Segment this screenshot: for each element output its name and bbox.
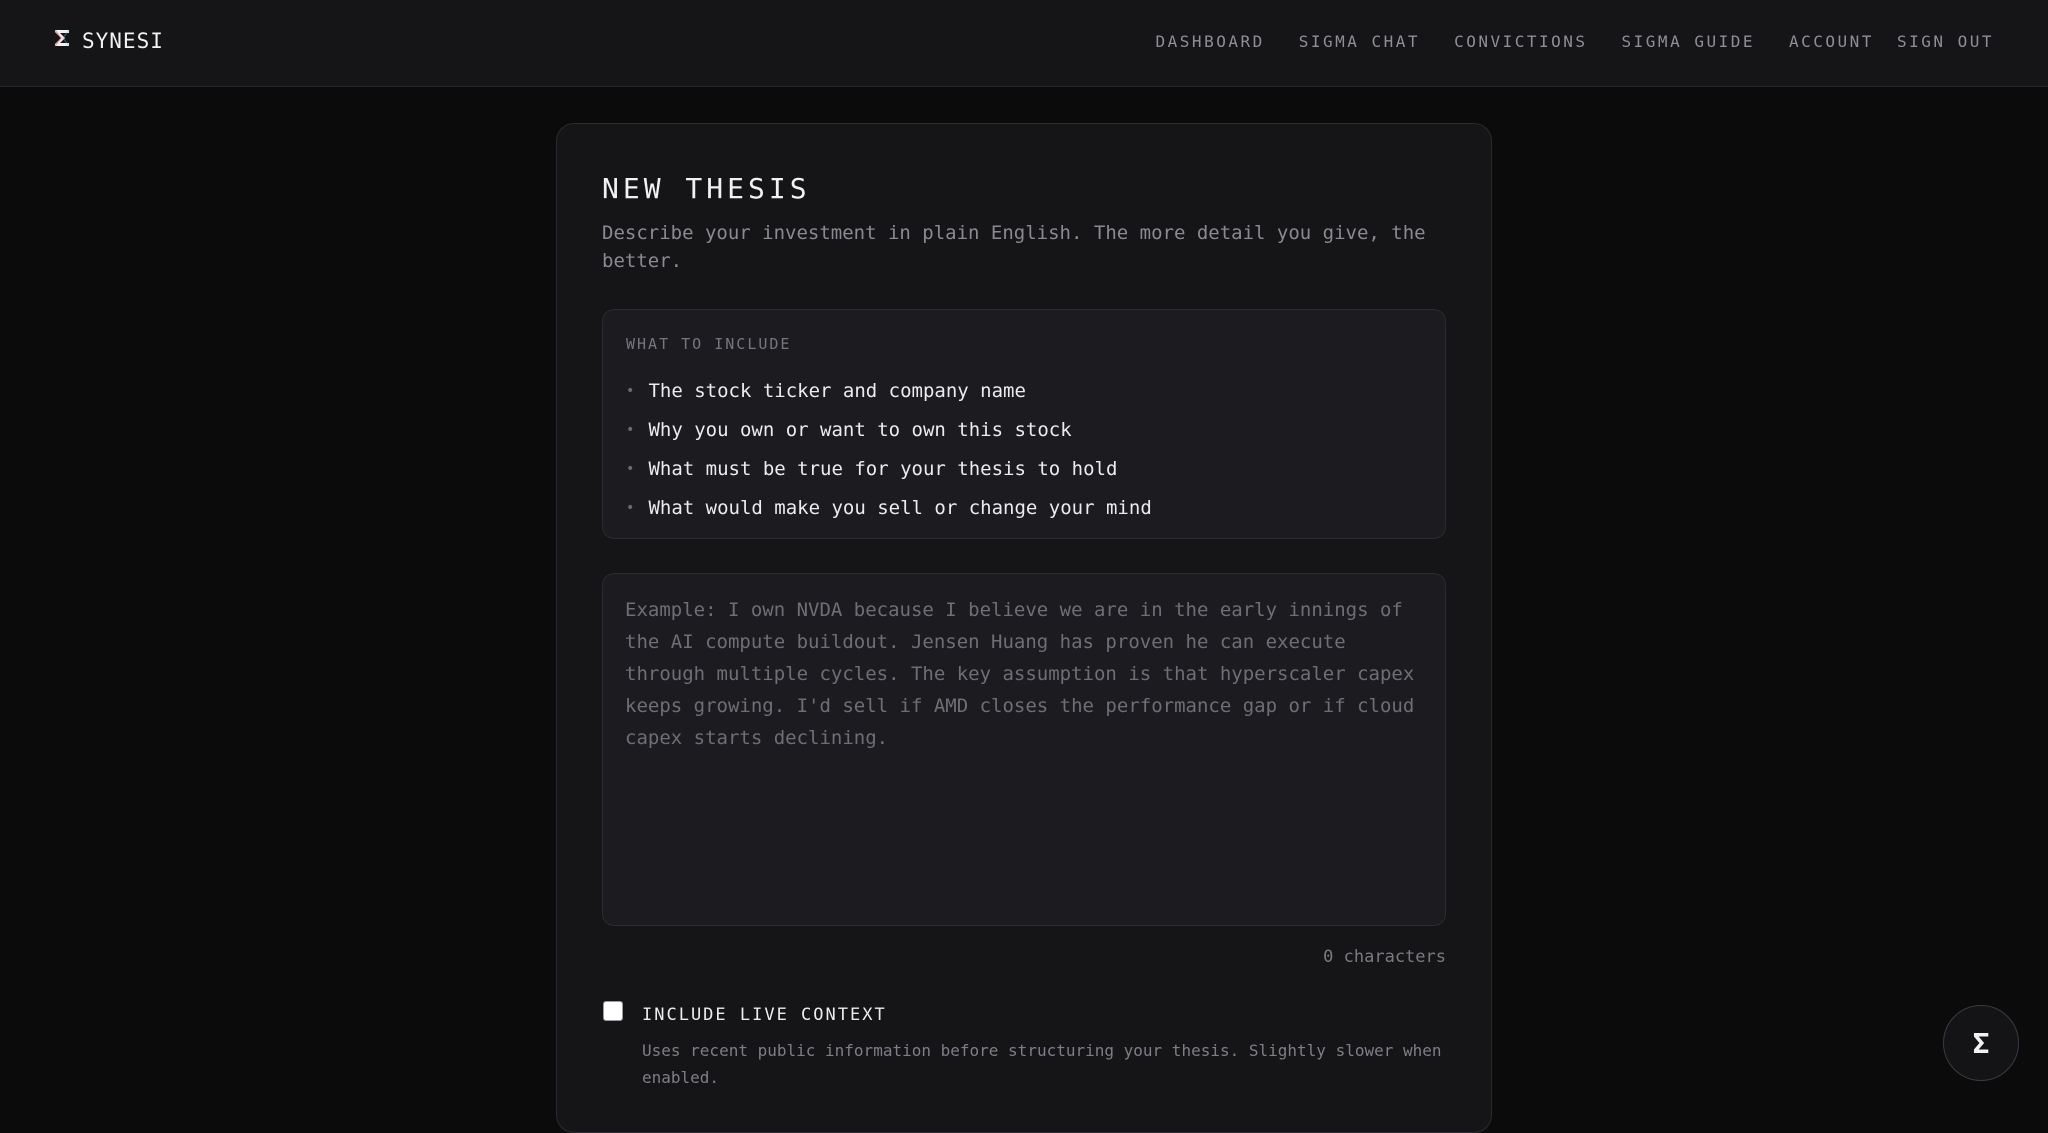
nav-sigma-chat[interactable]: SIGMA CHAT: [1299, 32, 1420, 51]
include-item: • What must be true for your thesis to ho…: [626, 450, 1152, 489]
bullet-icon: •: [626, 461, 635, 477]
nav-sigma-guide[interactable]: SIGMA GUIDE: [1622, 32, 1755, 51]
top-nav-bar: SYNESI DASHBOARD SIGMA CHAT CONVICTIONS …: [0, 0, 2048, 87]
include-item: • Why you own or want to own this stock: [626, 411, 1152, 450]
include-item-text: What would make you sell or change your …: [648, 497, 1152, 519]
sigma-logo-icon: [54, 28, 70, 53]
include-item-text: Why you own or want to own this stock: [648, 419, 1072, 441]
character-count: 0 characters: [1323, 947, 1446, 967]
nav-convictions[interactable]: CONVICTIONS: [1454, 32, 1587, 51]
include-item-text: What must be true for your thesis to hol…: [648, 458, 1118, 480]
thesis-input[interactable]: [602, 573, 1446, 926]
bullet-icon: •: [626, 383, 635, 399]
nav-dashboard[interactable]: DASHBOARD: [1156, 32, 1265, 51]
bullet-icon: •: [626, 500, 635, 516]
sigma-assistant-button[interactable]: Σ: [1943, 1005, 2019, 1081]
live-context-description: Uses recent public information before st…: [642, 1041, 1442, 1087]
page-subtitle: Describe your investment in plain Englis…: [602, 222, 1426, 272]
include-heading: WHAT TO INCLUDE: [626, 335, 792, 353]
what-to-include-panel: WHAT TO INCLUDE • The stock ticker and co…: [602, 309, 1446, 539]
page-title: NEW THESIS: [602, 172, 811, 205]
brand-logo[interactable]: SYNESI: [54, 28, 164, 53]
nav-sign-out[interactable]: SIGN OUT: [1897, 32, 1994, 51]
nav-account[interactable]: ACCOUNT: [1789, 32, 1874, 51]
main-nav: DASHBOARD SIGMA CHAT CONVICTIONS SIGMA G…: [1122, 32, 1994, 51]
live-context-label[interactable]: INCLUDE LIVE CONTEXT: [642, 1005, 887, 1025]
sigma-logo-svg: [54, 29, 70, 47]
include-list: • The stock ticker and company name • Why …: [626, 372, 1152, 528]
include-item: • The stock ticker and company name: [626, 372, 1152, 411]
sigma-icon: Σ: [1972, 1026, 1990, 1060]
bullet-icon: •: [626, 422, 635, 438]
new-thesis-card: NEW THESIS Describe your investment in p…: [556, 123, 1492, 1133]
include-item: • What would make you sell or change your…: [626, 489, 1152, 528]
live-context-checkbox[interactable]: [603, 1001, 623, 1021]
include-item-text: The stock ticker and company name: [648, 380, 1026, 402]
brand-name: SYNESI: [82, 28, 164, 53]
